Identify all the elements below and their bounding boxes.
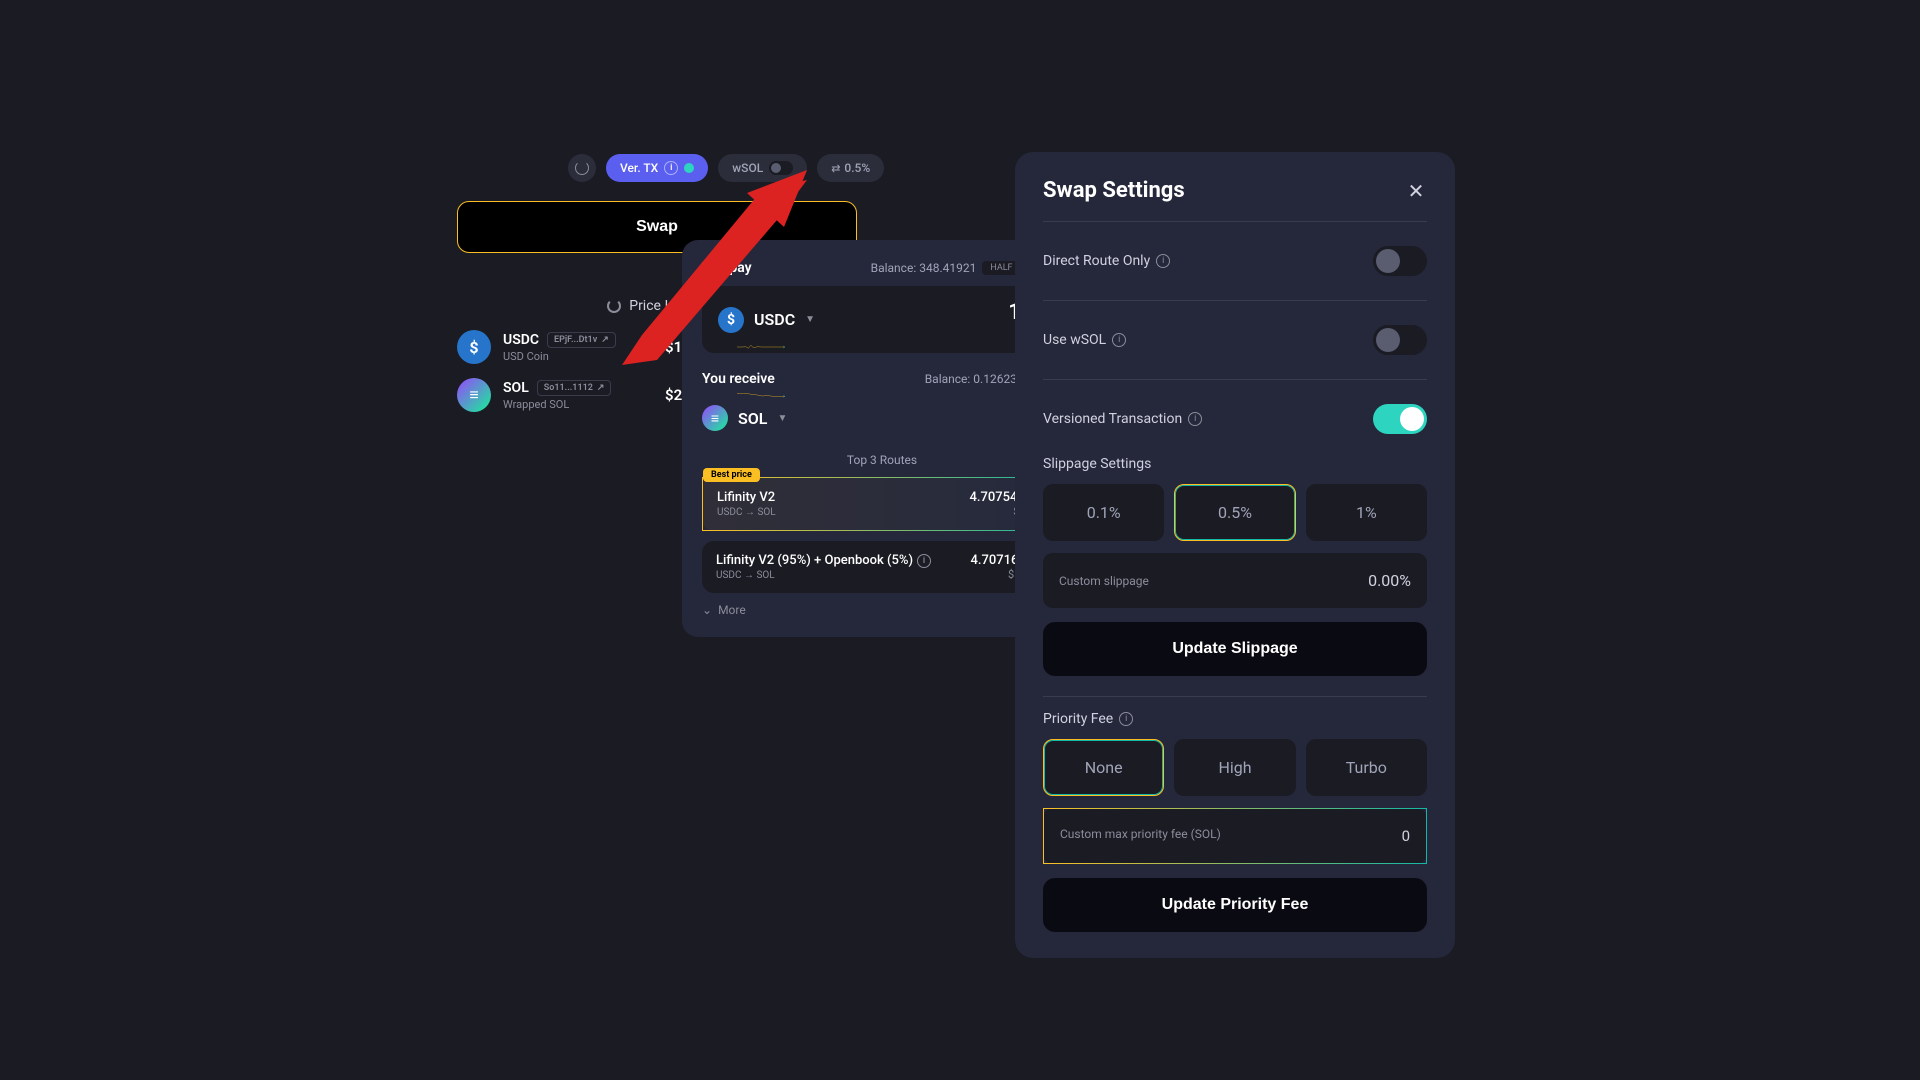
info-icon: i	[664, 161, 678, 175]
info-icon: i	[1119, 712, 1133, 726]
swap-settings-panel: Swap Settings ✕ Direct Route Only i Use w…	[1015, 152, 1455, 958]
info-icon: i	[1156, 254, 1170, 268]
price-info-label: Price Info	[629, 298, 689, 314]
token-address-badge[interactable]: EPjF...Dt1v ↗	[547, 332, 616, 348]
token-full-name: Wrapped SOL	[503, 398, 653, 411]
best-price-tag: Best price	[703, 468, 760, 482]
wsol-mini-toggle	[769, 161, 793, 175]
priority-fee-turbo[interactable]: Turbo	[1306, 739, 1427, 796]
custom-fee-label: Custom max priority fee (SOL)	[1060, 827, 1221, 845]
update-slippage-button[interactable]: Update Slippage	[1043, 622, 1427, 676]
custom-slippage-value: 0.00%	[1368, 571, 1411, 590]
slippage-pill-value: 0.5%	[844, 161, 870, 175]
sol-icon	[457, 378, 491, 412]
route-option[interactable]: Lifinity V2 (95%) + Openbook (5%) i USDC…	[702, 541, 1062, 593]
slippage-option-0.1[interactable]: 0.1%	[1043, 484, 1164, 541]
direct-route-label: Direct Route Only	[1043, 253, 1150, 269]
routes-header: Top 3 Routes	[702, 453, 1062, 467]
slippage-option-1[interactable]: 1%	[1306, 484, 1427, 541]
route-path: USDC → SOL	[717, 507, 776, 518]
priority-fee-high[interactable]: High	[1174, 739, 1295, 796]
route-option-best[interactable]: Best price Lifinity V2 USDC → SOL 4.7075…	[702, 477, 1062, 531]
wsol-toggle[interactable]	[1373, 325, 1427, 355]
sol-icon	[702, 405, 728, 431]
pay-balance: Balance: 348.41921	[871, 261, 977, 275]
price-token-symbol: SOL	[503, 380, 529, 396]
usdc-icon	[718, 307, 744, 333]
you-pay-label: You pay	[702, 260, 752, 276]
info-icon: i	[1188, 412, 1202, 426]
loading-spinner-icon	[607, 299, 621, 313]
info-icon: i	[917, 554, 931, 568]
pay-token-selector[interactable]: USDC ▼	[718, 307, 815, 333]
slippage-pill[interactable]: 0.5%	[817, 154, 884, 182]
info-icon: i	[1112, 333, 1126, 347]
settings-title: Swap Settings	[1043, 178, 1185, 203]
more-routes-toggle[interactable]: More	[702, 603, 1062, 617]
custom-priority-fee-input[interactable]: Custom max priority fee (SOL) 0	[1043, 808, 1427, 864]
custom-slippage-label: Custom slippage	[1059, 574, 1149, 588]
slippage-option-0.5[interactable]: 0.5%	[1174, 484, 1295, 541]
sparkline-chart	[737, 380, 785, 410]
priority-fee-header: Priority Fee	[1043, 711, 1113, 727]
receive-token-symbol: SOL	[738, 409, 767, 428]
route-path: USDC → SOL	[716, 570, 931, 581]
route-name: Lifinity V2	[717, 490, 776, 505]
sparkline-chart	[737, 332, 785, 362]
refresh-button[interactable]	[568, 154, 596, 182]
versioned-tx-pill[interactable]: Ver. TX i	[606, 154, 708, 182]
update-priority-fee-button[interactable]: Update Priority Fee	[1043, 878, 1427, 932]
price-token-symbol: USDC	[503, 332, 539, 348]
versioned-tx-toggle[interactable]	[1373, 404, 1427, 434]
wsol-label: wSOL	[732, 161, 763, 175]
usdc-icon	[457, 330, 491, 364]
wsol-pill[interactable]: wSOL	[718, 154, 807, 182]
vertx-label: Ver. TX	[620, 161, 658, 175]
token-full-name: USD Coin	[503, 350, 653, 363]
use-wsol-label: Use wSOL	[1043, 332, 1106, 348]
route-name: Lifinity V2 (95%) + Openbook (5%) i	[716, 553, 931, 568]
priority-fee-none[interactable]: None	[1043, 739, 1164, 796]
status-dot-icon	[684, 163, 694, 173]
close-button[interactable]: ✕	[1405, 180, 1427, 202]
direct-route-toggle[interactable]	[1373, 246, 1427, 276]
custom-slippage-input[interactable]: Custom slippage 0.00%	[1043, 553, 1427, 608]
versioned-tx-label: Versioned Transaction	[1043, 411, 1182, 427]
pay-token-symbol: USDC	[754, 310, 795, 329]
chevron-down-icon: ▼	[805, 314, 815, 325]
token-address-badge[interactable]: So11...1112 ↗	[537, 380, 612, 396]
slippage-settings-header: Slippage Settings	[1043, 456, 1427, 472]
custom-fee-value: 0	[1402, 827, 1410, 845]
chevron-down-icon: ▼	[777, 413, 787, 424]
